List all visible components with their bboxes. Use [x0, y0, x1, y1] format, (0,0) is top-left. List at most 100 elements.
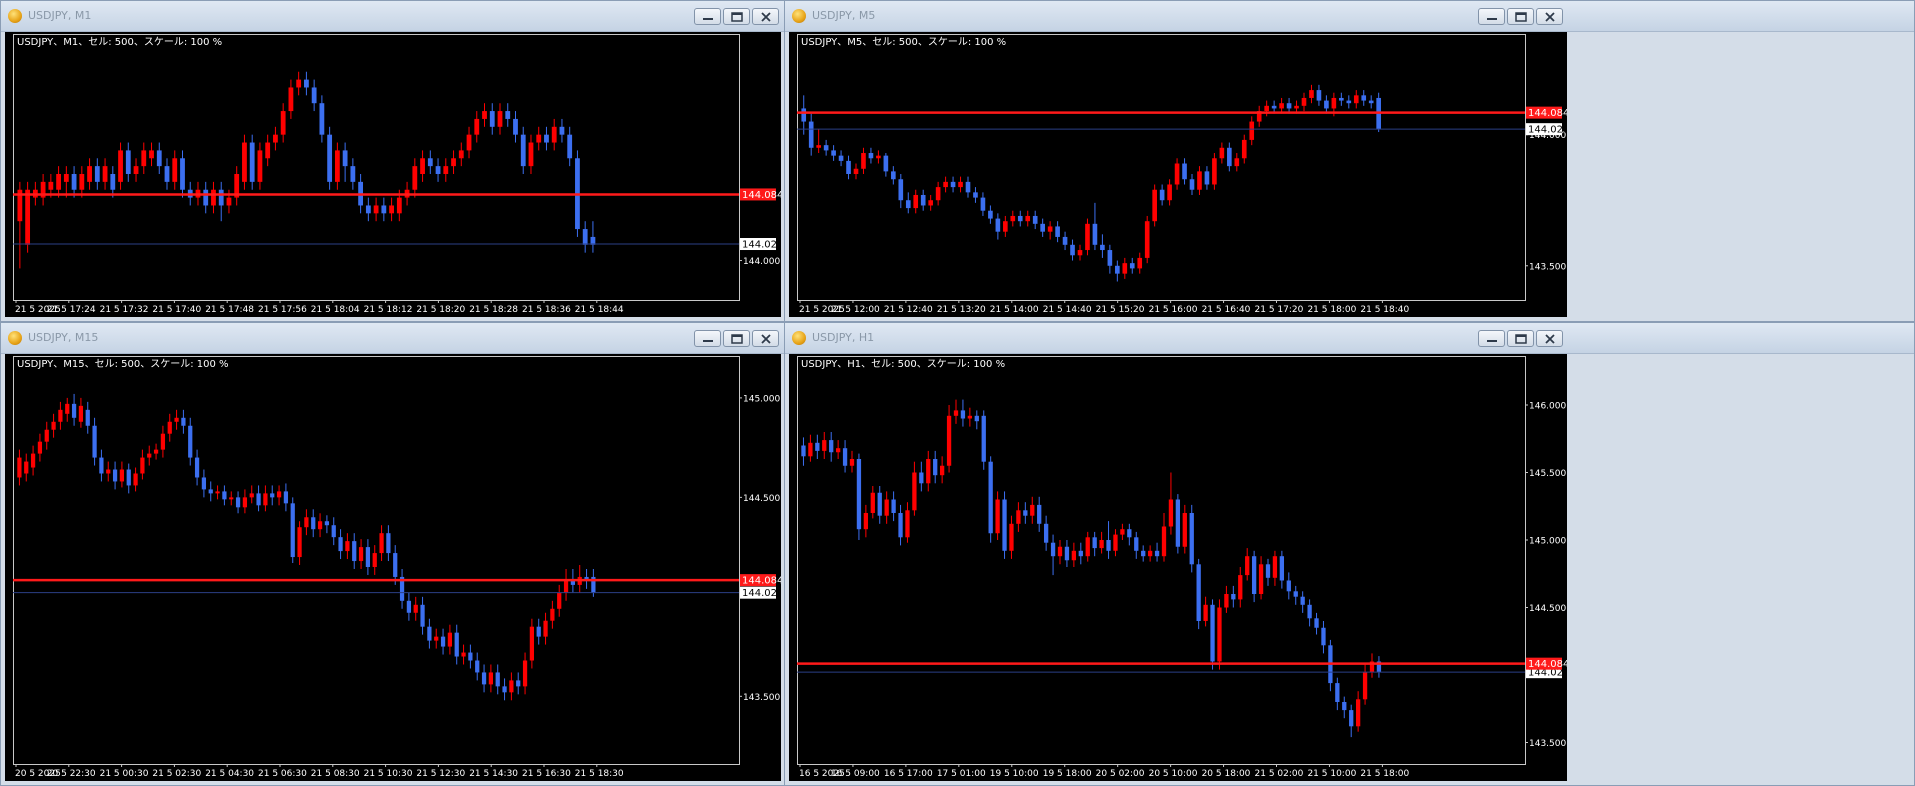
candle-body — [406, 600, 412, 613]
candle-body — [311, 87, 317, 104]
bear-candle — [85, 401, 90, 434]
candle-body — [25, 189, 31, 245]
time-label: 16 5 09:00 — [831, 769, 880, 779]
chart-window-m15[interactable]: USDJPY, M15 USDJPY、M15、セル: 500、スケール: 100… — [0, 322, 786, 786]
chart-area[interactable]: USDJPY、M15、セル: 500、スケール: 100 % 145.000 144… — [5, 354, 781, 781]
restore-button[interactable] — [723, 330, 750, 347]
bear-candle — [489, 103, 495, 135]
chart-window-m1[interactable]: USDJPY, M1 USDJPY、M1、セル: 500、スケール: 100 %… — [0, 0, 786, 322]
time-label: 21 5 00:30 — [100, 769, 149, 779]
bull-candle — [861, 147, 866, 174]
candle-body — [156, 150, 162, 167]
bear-candle — [92, 417, 97, 466]
candle-body — [396, 197, 402, 214]
bull-candle — [835, 440, 841, 459]
candle-body — [71, 403, 77, 418]
candle-body — [1249, 121, 1255, 140]
restore-icon — [1515, 334, 1527, 344]
time-label: 16 5 17:00 — [884, 769, 933, 779]
candle-body — [218, 189, 224, 206]
candlestick-chart[interactable]: USDJPY、M1、セル: 500、スケール: 100 % 144.000 144.… — [5, 32, 781, 317]
time-label: 17 5 01:00 — [937, 769, 986, 779]
bull-candle — [44, 421, 49, 450]
candle-body — [863, 513, 869, 530]
close-button[interactable] — [1536, 330, 1563, 347]
candle-body — [1210, 604, 1215, 662]
bull-candle — [536, 126, 542, 151]
close-button[interactable] — [752, 8, 779, 25]
candle-body — [1064, 546, 1070, 561]
candle-body — [181, 417, 186, 426]
candle-body — [265, 142, 271, 159]
candle-body — [488, 672, 494, 685]
chart-window-m5[interactable]: USDJPY, M5 USDJPY、M5、セル: 500、スケール: 100 %… — [784, 0, 1915, 322]
candle-body — [1106, 540, 1111, 551]
bull-candle — [1224, 585, 1229, 613]
bull-candle — [174, 409, 179, 430]
bull-candle — [884, 491, 889, 524]
candle-body — [133, 473, 138, 486]
title-bar[interactable]: USDJPY, H1 — [785, 323, 1914, 354]
time-label: 21 5 16:00 — [1149, 305, 1198, 315]
bull-candle — [304, 509, 309, 536]
close-button[interactable] — [1536, 8, 1563, 25]
candle-body — [981, 415, 986, 462]
minimize-button[interactable] — [1478, 330, 1505, 347]
chart-area[interactable]: USDJPY、M5、セル: 500、スケール: 100 % 144.000 143.… — [789, 32, 1567, 317]
restore-button[interactable] — [1507, 330, 1534, 347]
chart-area[interactable]: USDJPY、M1、セル: 500、スケール: 100 % 144.000 144.… — [5, 32, 781, 317]
bear-candle — [1361, 90, 1367, 106]
candle-body — [1085, 537, 1090, 557]
bull-candle — [1144, 215, 1150, 264]
bull-candle — [1047, 221, 1053, 240]
candle-body — [1286, 103, 1292, 109]
candle-body — [912, 472, 917, 511]
candle-body — [1077, 250, 1083, 256]
candle-body — [1314, 618, 1319, 628]
bull-candle — [1309, 84, 1314, 104]
restore-button[interactable] — [723, 8, 750, 25]
candle-body — [1129, 263, 1135, 269]
candle-body — [935, 187, 941, 201]
bear-candle — [125, 142, 131, 182]
bid-price-label: 144.084 — [1528, 659, 1567, 670]
candlestick-chart[interactable]: USDJPY、H1、セル: 500、スケール: 100 % 146.000 145.… — [789, 354, 1567, 781]
price-label: 144.500 — [743, 494, 780, 504]
candle-body — [87, 166, 92, 182]
minimize-button[interactable] — [694, 330, 721, 347]
chart-window-h1[interactable]: USDJPY, H1 USDJPY、H1、セル: 500、スケール: 100 %… — [784, 322, 1915, 786]
bull-candle — [509, 672, 514, 701]
bull-candle — [1113, 529, 1118, 557]
minimize-button[interactable] — [1478, 8, 1505, 25]
title-bar[interactable]: USDJPY, M15 — [1, 323, 785, 354]
bear-candle — [1314, 612, 1319, 635]
bull-candle — [1167, 179, 1172, 206]
bear-candle — [475, 652, 480, 681]
bull-candle — [1077, 244, 1083, 261]
title-bar[interactable]: USDJPY, M5 — [785, 1, 1914, 32]
bear-candle — [222, 485, 227, 506]
price-label: 145.000 — [743, 394, 780, 404]
close-button[interactable] — [752, 330, 779, 347]
minimize-button[interactable] — [694, 8, 721, 25]
bull-candle — [1152, 184, 1157, 227]
time-label: 21 5 17:32 — [100, 305, 149, 315]
title-bar[interactable]: USDJPY, M1 — [1, 1, 785, 32]
time-label: 21 5 18:04 — [311, 305, 360, 315]
candle-body — [211, 189, 216, 206]
time-label: 21 5 14:00 — [990, 305, 1039, 315]
candle-body — [63, 174, 69, 182]
chart-area[interactable]: USDJPY、H1、セル: 500、スケール: 100 % 146.000 145.… — [789, 354, 1567, 781]
bear-candle — [1342, 696, 1347, 719]
candle-body — [412, 166, 418, 190]
candle-body — [149, 150, 154, 159]
candlestick-chart[interactable]: USDJPY、M5、セル: 500、スケール: 100 %144.000143.… — [789, 32, 1567, 317]
candlestick-chart[interactable]: USDJPY、M15、セル: 500、スケール: 100 % 145.000 144… — [5, 354, 781, 781]
candle-body — [1099, 540, 1104, 549]
restore-button[interactable] — [1507, 8, 1534, 25]
time-label: 21 5 14:40 — [1043, 305, 1092, 315]
candle-body — [1092, 223, 1098, 245]
bear-candle — [1050, 534, 1056, 576]
bull-candle — [17, 449, 22, 486]
bull-candle — [551, 118, 557, 151]
